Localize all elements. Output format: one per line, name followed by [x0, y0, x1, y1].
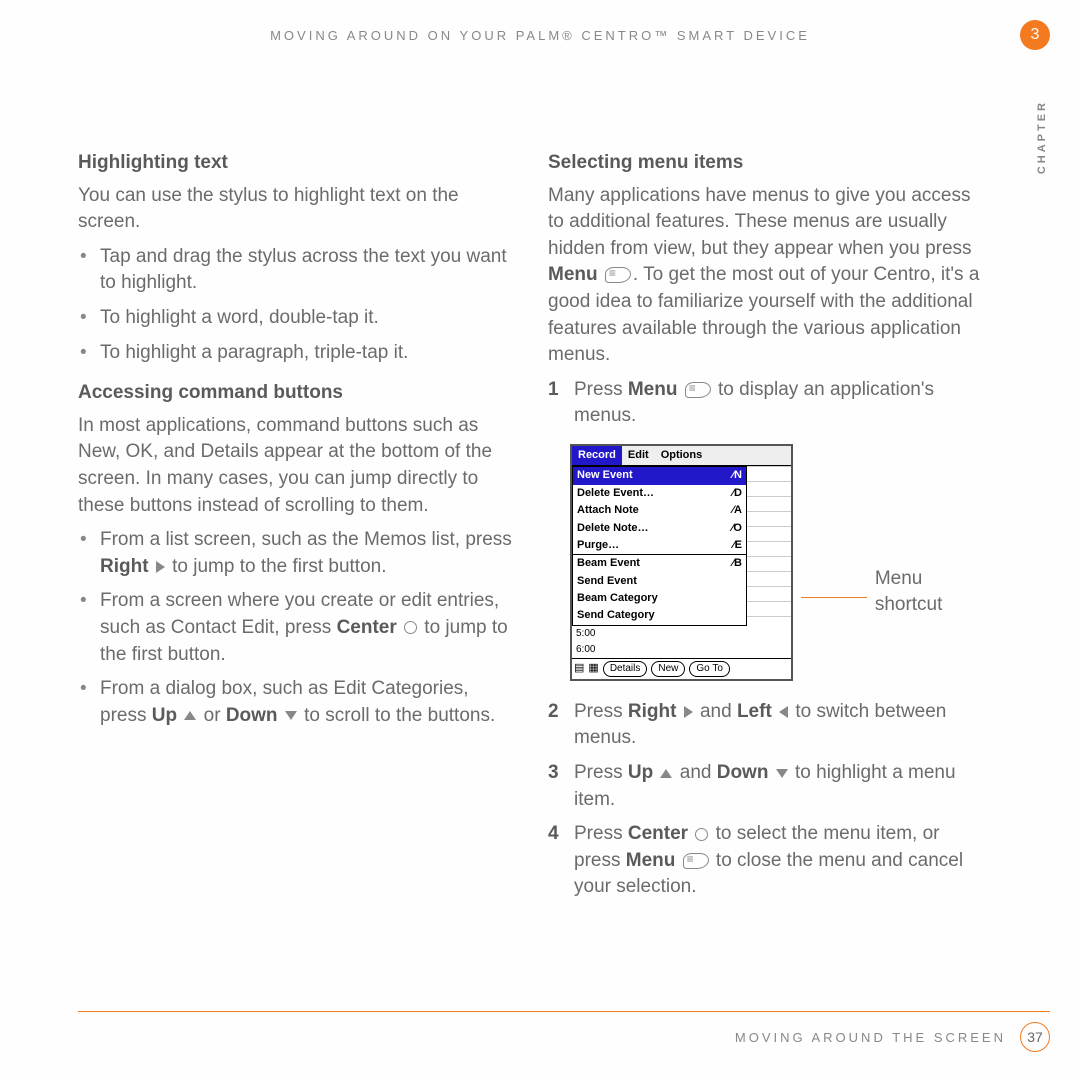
- right-column: Selecting menu items Many applications h…: [548, 150, 988, 915]
- para: In most applications, command buttons su…: [78, 413, 518, 519]
- step-item: 3 Press Up and Down to highlight a menu …: [548, 760, 988, 813]
- time-row: 6:00: [572, 642, 791, 658]
- list-item: From a list screen, such as the Memos li…: [78, 527, 518, 580]
- center-button-icon: [695, 828, 708, 841]
- menu-item: Beam Category: [573, 590, 746, 607]
- menu-record: Record: [572, 446, 622, 465]
- para: Many applications have menus to give you…: [548, 183, 988, 369]
- right-arrow-icon: [156, 561, 165, 573]
- menu-item: Beam Event⁄B: [573, 555, 746, 572]
- bullet-list: From a list screen, such as the Memos li…: [78, 527, 518, 729]
- up-arrow-icon: [184, 711, 196, 720]
- details-button: Details: [603, 661, 648, 677]
- heading-highlighting: Highlighting text: [78, 150, 518, 177]
- page-number: 37: [1020, 1022, 1050, 1052]
- goto-button: Go To: [689, 661, 730, 677]
- palm-screen: Record Edit Options New Event⁄N Delete E…: [570, 444, 793, 681]
- right-arrow-icon: [684, 706, 693, 718]
- heading-accessing: Accessing command buttons: [78, 380, 518, 407]
- time-row: 5:00: [572, 626, 791, 642]
- center-button-icon: [404, 621, 417, 634]
- left-arrow-icon: [779, 706, 788, 718]
- device-screenshot: Record Edit Options New Event⁄N Delete E…: [570, 444, 988, 681]
- callout-label: Menu shortcut: [875, 566, 988, 619]
- down-arrow-icon: [776, 769, 788, 778]
- menu-item: Purge…⁄E: [573, 537, 746, 554]
- menu-options: Options: [655, 446, 709, 465]
- list-item: Tap and drag the stylus across the text …: [78, 244, 518, 297]
- menu-item: New Event⁄N: [573, 467, 746, 484]
- numbered-list: 2 Press Right and Left to switch between…: [548, 699, 988, 901]
- down-arrow-icon: [285, 711, 297, 720]
- chapter-label: CHAPTER: [1036, 100, 1048, 174]
- view-icon: ▤: [574, 661, 584, 676]
- list-item: To highlight a paragraph, triple-tap it.: [78, 340, 518, 367]
- footer-section: MOVING AROUND THE SCREEN: [735, 1030, 1006, 1045]
- page-content: Highlighting text You can use the stylus…: [78, 150, 1018, 915]
- menu-item: Send Event: [573, 573, 746, 590]
- heading-selecting: Selecting menu items: [548, 150, 988, 177]
- menu-edit: Edit: [622, 446, 655, 465]
- menu-bar: Record Edit Options: [572, 446, 791, 466]
- dropdown-menu: New Event⁄N Delete Event…⁄D Attach Note⁄…: [572, 466, 747, 626]
- numbered-list: 1 Press Menu to display an application's…: [548, 377, 988, 430]
- running-header: MOVING AROUND ON YOUR PALM® CENTRO™ SMAR…: [0, 28, 1080, 43]
- menu-item: Delete Note…⁄O: [573, 520, 746, 537]
- step-item: 2 Press Right and Left to switch between…: [548, 699, 988, 752]
- step-item: 1 Press Menu to display an application's…: [548, 377, 988, 430]
- step-item: 4 Press Center to select the menu item, …: [548, 821, 988, 901]
- up-arrow-icon: [660, 769, 672, 778]
- bullet-list: Tap and drag the stylus across the text …: [78, 244, 518, 366]
- menu-key-icon: [685, 382, 711, 398]
- menu-item: Delete Event…⁄D: [573, 485, 746, 502]
- view-icon: ▦: [588, 661, 598, 676]
- menu-key-icon: [683, 853, 709, 869]
- bottom-bar: ▤ ▦ Details New Go To: [572, 658, 791, 679]
- list-item: From a dialog box, such as Edit Categori…: [78, 676, 518, 729]
- chapter-number-badge: 3: [1020, 20, 1050, 50]
- new-button: New: [651, 661, 685, 677]
- page-footer: MOVING AROUND THE SCREEN 37: [78, 1011, 1050, 1052]
- left-column: Highlighting text You can use the stylus…: [78, 150, 518, 915]
- callout-line: [801, 597, 867, 598]
- list-item: From a screen where you create or edit e…: [78, 588, 518, 668]
- list-item: To highlight a word, double-tap it.: [78, 305, 518, 332]
- menu-item: Attach Note⁄A: [573, 502, 746, 519]
- calendar-area: [747, 466, 791, 626]
- menu-item: Send Category: [573, 607, 746, 624]
- menu-key-icon: [605, 267, 631, 283]
- para: You can use the stylus to highlight text…: [78, 183, 518, 236]
